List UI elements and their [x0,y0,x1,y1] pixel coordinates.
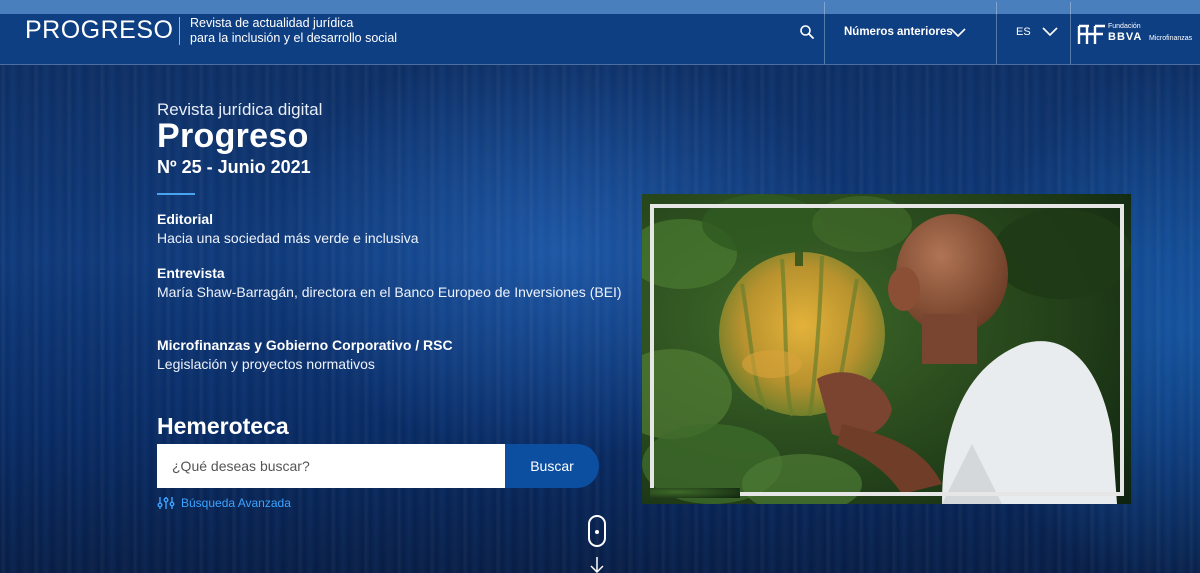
nav-divider [996,2,997,64]
partner-small-label: Fundación [1108,23,1141,30]
article-section: Microfinanzas y Gobierno Corporativo / R… [157,337,453,353]
site-logo[interactable]: PROGRESO [25,16,173,45]
article-section: Entrevista [157,265,225,281]
article-title-link[interactable]: Legislación y proyectos normativos [157,355,627,373]
archive-heading: Hemeroteca [157,413,289,439]
arrow-down-icon[interactable] [589,556,605,573]
advanced-search-link[interactable]: Búsqueda Avanzada [181,496,291,510]
tagline-line-2: para la inclusión y el desarrollo social [190,31,398,45]
article-editorial[interactable]: Editorial Hacia una sociedad más verde e… [157,210,627,247]
magazine-title: Progreso [157,117,309,155]
search-icon[interactable] [799,24,815,40]
site-tagline: Revista de actualidad jurídica para la i… [190,16,397,46]
top-accent-strip [0,0,1200,14]
accent-divider [157,193,195,195]
tagline-line-1: Revista de actualidad jurídica [190,16,354,30]
article-title-link[interactable]: Hacia una sociedad más verde e inclusiva [157,229,627,247]
cover-photo [642,194,1131,504]
search-button[interactable]: Buscar [505,444,599,488]
top-navigation-bar: PROGRESO Revista de actualidad jurídica … [0,0,1200,65]
filter-sliders-icon[interactable] [157,496,175,510]
article-microfinance[interactable]: Microfinanzas y Gobierno Corporativo / R… [157,336,627,373]
issue-label: Nº 25 - Junio 2021 [157,157,311,177]
nav-divider [824,2,825,64]
fundacion-bbva-logo-icon[interactable] [1077,22,1107,48]
article-title-link[interactable]: María Shaw-Barragán, directora en el Ban… [157,283,637,301]
article-section: Editorial [157,211,214,227]
archive-search-input[interactable] [157,444,505,488]
article-interview[interactable]: Entrevista María Shaw-Barragán, director… [157,264,637,301]
chevron-down-icon[interactable] [1042,27,1058,37]
previous-issues-dropdown[interactable]: Números anteriores [844,26,953,38]
language-selector[interactable]: ES [1016,26,1031,38]
scroll-indicator-dot [595,530,599,534]
chevron-down-icon[interactable] [950,28,966,38]
nav-divider [1070,2,1071,64]
partner-brand-label: BBVA [1108,31,1143,43]
logo-divider [179,17,180,45]
partner-sub-label: Microfinanzas [1149,35,1193,42]
